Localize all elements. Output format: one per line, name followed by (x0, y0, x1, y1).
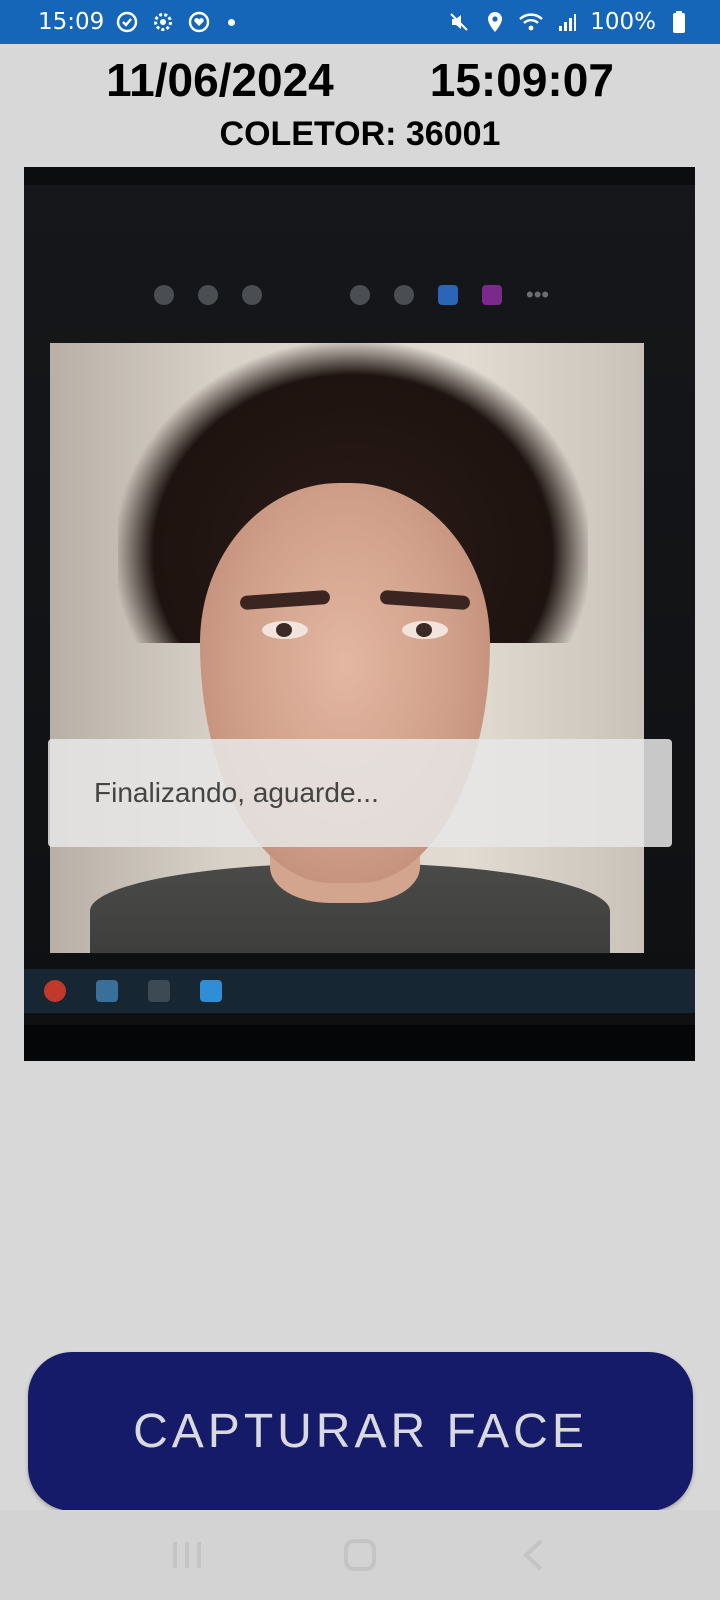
signal-icon (554, 9, 580, 35)
photo-eye (262, 621, 308, 639)
battery-percent: 100% (590, 9, 656, 35)
status-bar-left: 15:09 (38, 9, 236, 35)
notification-dot-icon (228, 18, 236, 26)
toolbar-app-icon (438, 285, 458, 305)
screen-toolbar: ••• (154, 280, 574, 310)
photo-eye (402, 621, 448, 639)
taskbar-icon (148, 980, 170, 1002)
toolbar-dot-icon (154, 285, 174, 305)
toast-message: Finalizando, aguarde... (94, 777, 379, 808)
monitor-image: ••• (24, 185, 695, 1025)
screen-taskbar (24, 969, 695, 1013)
face-photo (50, 343, 644, 953)
status-toast: Finalizando, aguarde... (48, 739, 672, 847)
taskbar-icon (44, 980, 66, 1002)
toolbar-app-icon (482, 285, 502, 305)
status-bar-right: 100% (446, 9, 692, 35)
home-icon[interactable] (330, 1525, 390, 1585)
capture-face-button[interactable]: CAPTURAR FACE (28, 1352, 693, 1511)
more-icon: ••• (526, 282, 550, 307)
toolbar-dot-icon (350, 285, 370, 305)
datetime-row: 11/06/2024 15:09:07 (0, 50, 720, 110)
taskbar-icon (96, 980, 118, 1002)
location-icon (482, 9, 508, 35)
battery-icon (666, 9, 692, 35)
toolbar-dot-icon (242, 285, 262, 305)
settings-icon (150, 9, 176, 35)
status-time: 15:09 (38, 9, 105, 35)
heart-monitor-icon (186, 9, 212, 35)
sync-icon (114, 9, 140, 35)
back-icon[interactable] (503, 1525, 563, 1585)
collector-id: COLETOR: 36001 (219, 115, 501, 153)
mute-vibrate-icon (446, 9, 472, 35)
current-date: 11/06/2024 (106, 54, 334, 106)
recent-apps-icon[interactable] (157, 1525, 217, 1585)
camera-preview: ••• (24, 167, 695, 1061)
camera-bottom-edge (24, 1025, 695, 1061)
current-time: 15:09:07 (429, 54, 614, 106)
toolbar-dot-icon (198, 285, 218, 305)
wifi-icon (518, 9, 544, 35)
status-bar: 15:09 100% (0, 0, 720, 44)
toolbar-dot-icon (394, 285, 414, 305)
navigation-bar (0, 1510, 720, 1600)
taskbar-icon (200, 980, 222, 1002)
